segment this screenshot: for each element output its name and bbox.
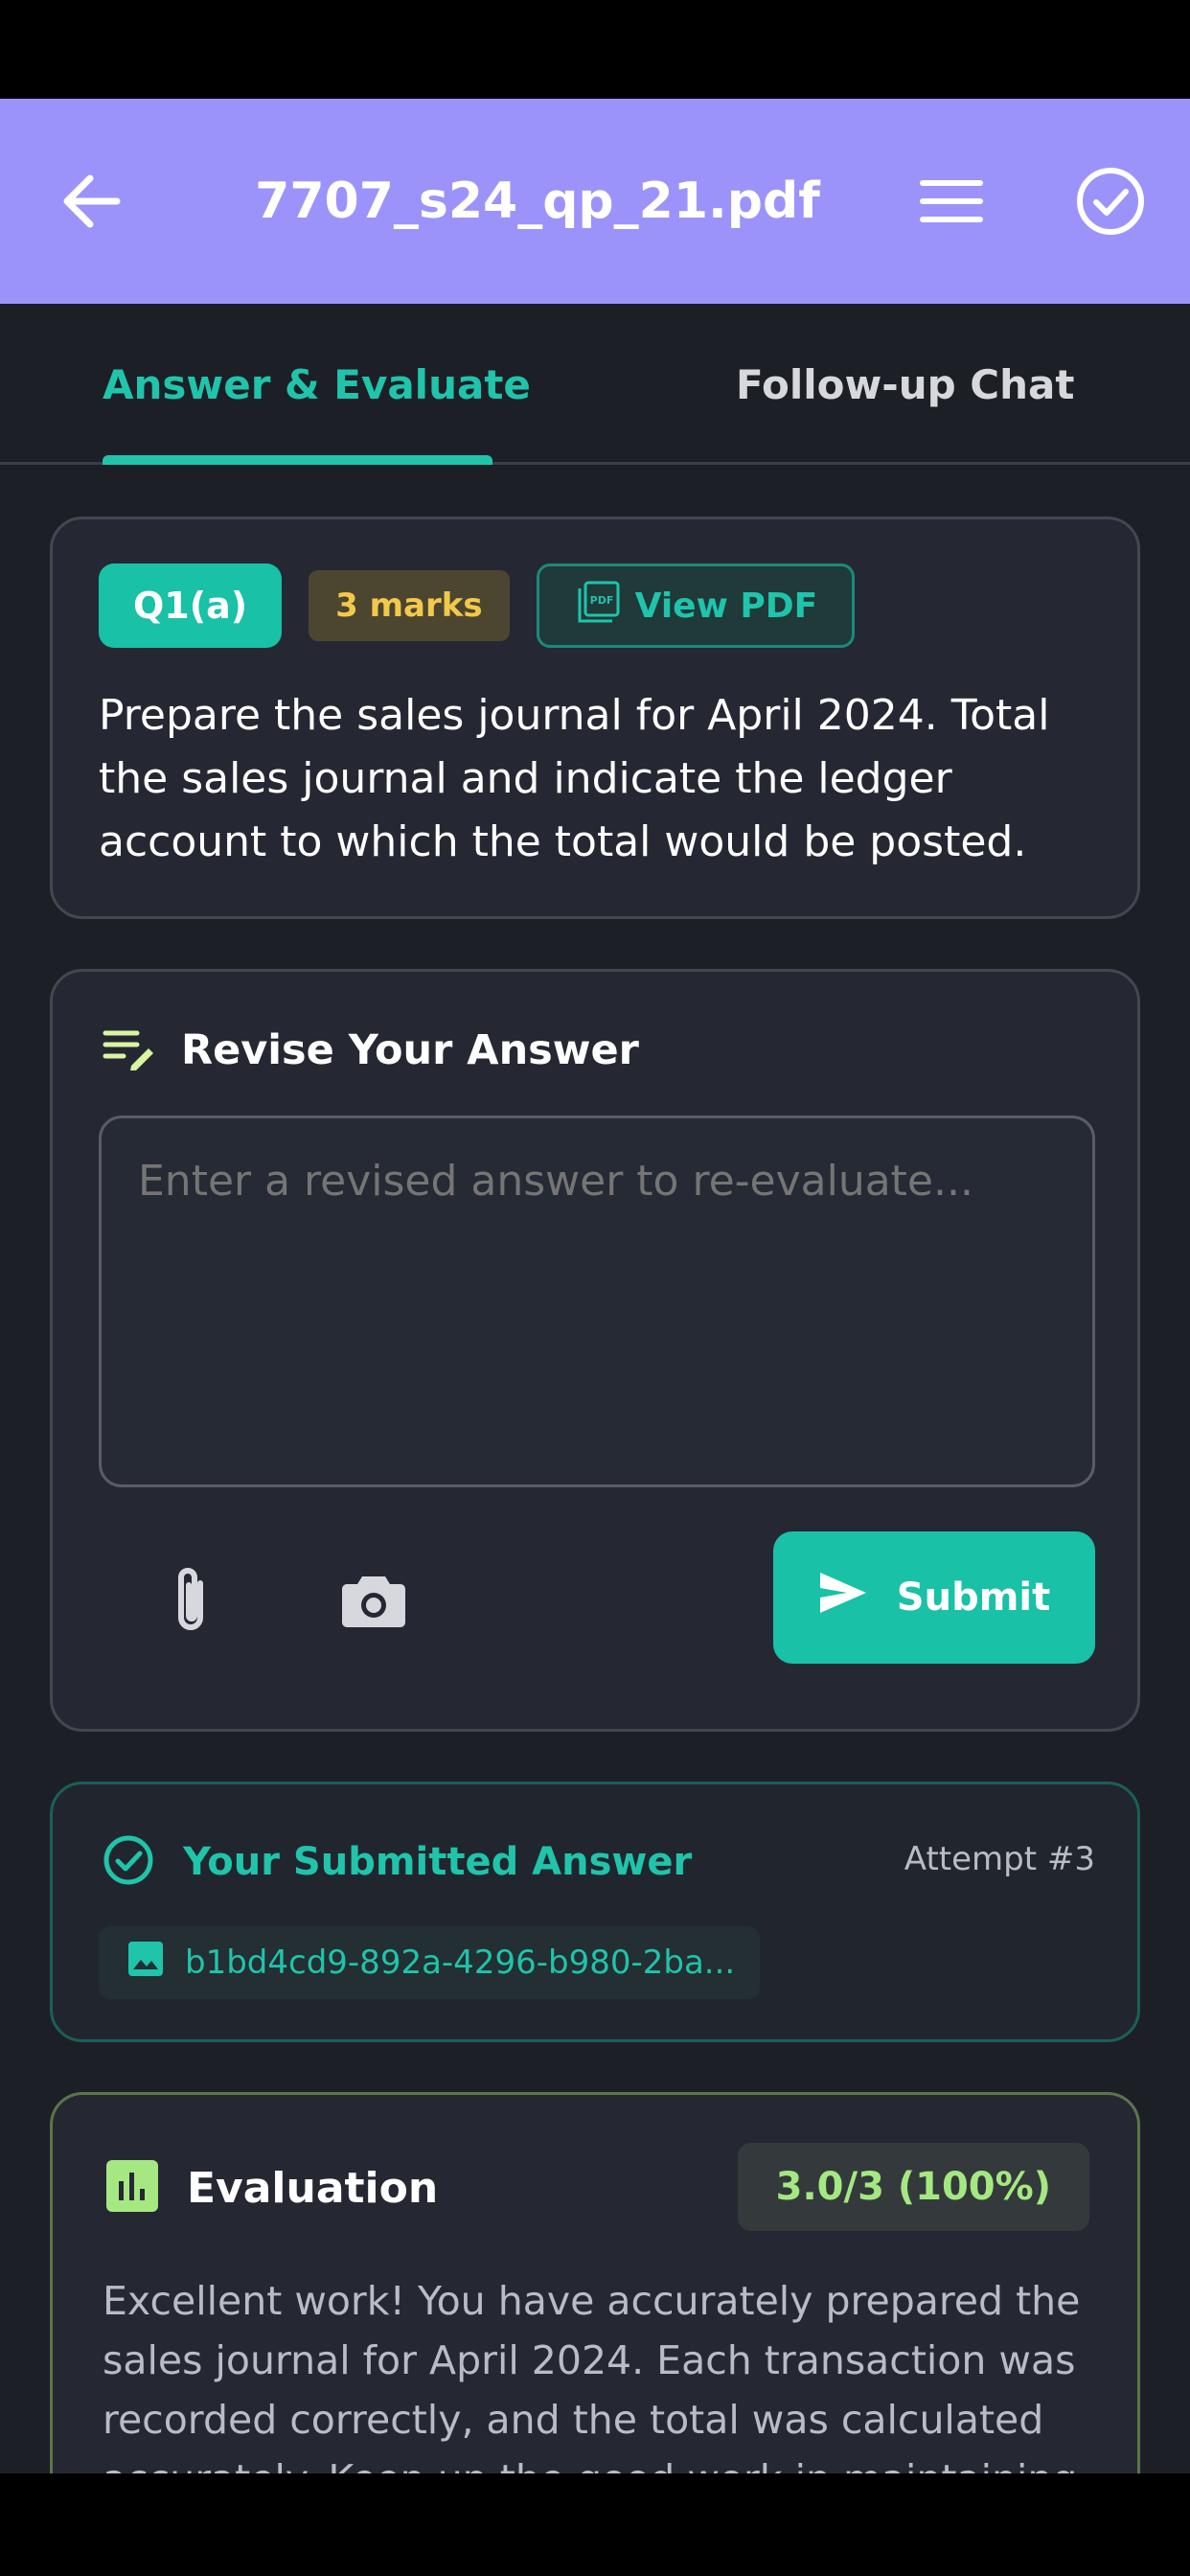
question-number-badge: Q1(a) <box>99 564 283 648</box>
pdf-icon: PDF <box>578 581 620 632</box>
submitted-header: Your Submitted Answer <box>103 1834 692 1890</box>
camera-button[interactable] <box>331 1564 417 1641</box>
revised-answer-input[interactable] <box>99 1116 1095 1487</box>
navigation-bar <box>0 2473 1190 2576</box>
question-chips: Q1(a) 3 marks PDF View PDF <box>99 564 856 648</box>
submitted-answer-card: Your Submitted Answer Attempt #3 b1bd4cd… <box>50 1782 1140 2042</box>
evaluation-text: Excellent work! You have accurately prep… <box>103 2278 1081 2473</box>
score-badge: 3.0/3 (100%) <box>737 2143 1089 2231</box>
camera-icon <box>341 1573 406 1632</box>
bar-chart-icon <box>106 2160 158 2216</box>
app-bar: 7707_s24_qp_21.pdf <box>0 99 1190 304</box>
submit-button[interactable]: Submit <box>773 1531 1095 1664</box>
paperclip-icon <box>170 1564 212 1641</box>
question-text: Prepare the sales journal for April 2024… <box>99 691 1050 866</box>
evaluation-title: Evaluation <box>187 2163 439 2213</box>
question-card: Q1(a) 3 marks PDF View PDF Prepare the s… <box>50 517 1140 919</box>
edit-note-icon <box>103 1025 156 1075</box>
document-title: 7707_s24_qp_21.pdf <box>255 172 820 230</box>
revise-answer-card: Revise Your Answer Submit <box>50 969 1140 1732</box>
check-circle-icon[interactable] <box>1075 166 1146 237</box>
marks-badge: 3 marks <box>309 570 510 641</box>
view-pdf-label: View PDF <box>634 586 818 626</box>
attach-file-button[interactable] <box>152 1564 229 1641</box>
submit-label: Submit <box>896 1576 1051 1620</box>
evaluation-card: Evaluation 3.0/3 (100%) Excellent work! … <box>50 2092 1140 2473</box>
revise-title: Revise Your Answer <box>181 1026 639 1074</box>
view-pdf-button[interactable]: PDF View PDF <box>536 564 856 648</box>
tab-bar: Answer & Evaluate Follow-up Chat <box>0 304 1190 465</box>
tab-follow-up-chat[interactable]: Follow-up Chat <box>736 304 1074 465</box>
send-icon <box>818 1571 868 1624</box>
evaluation-header: Evaluation <box>106 2160 438 2216</box>
submitted-file-chip[interactable]: b1bd4cd9-892a-4296-b980-2ba... <box>99 1926 760 1999</box>
status-bar <box>0 0 1190 99</box>
attempt-label: Attempt #3 <box>904 1840 1095 1878</box>
active-tab-indicator <box>103 455 492 465</box>
svg-text:PDF: PDF <box>589 594 613 607</box>
menu-icon[interactable] <box>915 172 988 230</box>
main-content: Answer & Evaluate Follow-up Chat Q1(a) 3… <box>0 304 1190 2473</box>
tab-answer-evaluate[interactable]: Answer & Evaluate <box>103 304 531 465</box>
submitted-file-name: b1bd4cd9-892a-4296-b980-2ba... <box>185 1944 736 1982</box>
submitted-title: Your Submitted Answer <box>183 1840 693 1884</box>
image-icon <box>127 1941 164 1986</box>
check-circle-icon <box>103 1834 154 1890</box>
revise-header: Revise Your Answer <box>103 1025 639 1075</box>
